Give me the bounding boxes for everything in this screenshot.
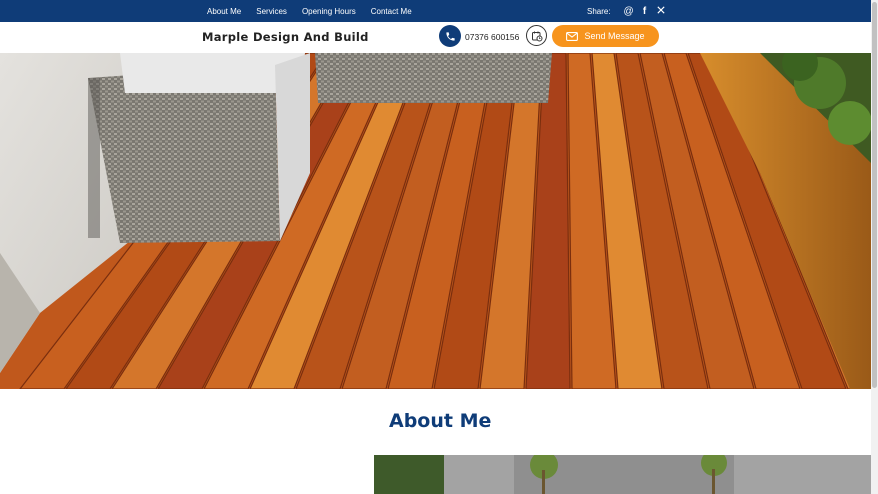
scrollbar[interactable] xyxy=(871,0,878,494)
top-bar: About Me Services Opening Hours Contact … xyxy=(0,0,871,22)
phone-icon[interactable] xyxy=(439,25,461,47)
site-header: Marple Design And Build 07376 600156 Sen… xyxy=(0,22,871,54)
calendar-icon[interactable] xyxy=(526,25,547,46)
about-image xyxy=(374,455,871,494)
nav-services[interactable]: Services xyxy=(256,7,287,16)
about-heading: About Me xyxy=(389,410,492,432)
nav-opening-hours[interactable]: Opening Hours xyxy=(302,7,356,16)
email-icon[interactable]: @ xyxy=(621,6,637,17)
send-message-button[interactable]: Send Message xyxy=(552,25,659,47)
share-bar: Share: @ f xyxy=(587,0,669,22)
x-icon[interactable] xyxy=(653,5,669,17)
nav-about-me[interactable]: About Me xyxy=(207,7,241,16)
top-nav: About Me Services Opening Hours Contact … xyxy=(207,0,427,22)
send-message-label: Send Message xyxy=(584,31,645,41)
scrollbar-thumb[interactable] xyxy=(872,2,877,388)
nav-contact-me[interactable]: Contact Me xyxy=(371,7,412,16)
phone-number[interactable]: 07376 600156 xyxy=(465,32,519,42)
hero-image xyxy=(0,53,871,389)
facebook-icon[interactable]: f xyxy=(637,6,653,17)
share-label: Share: xyxy=(587,6,611,16)
brand-name[interactable]: Marple Design And Build xyxy=(202,30,369,44)
envelope-icon xyxy=(566,31,579,41)
